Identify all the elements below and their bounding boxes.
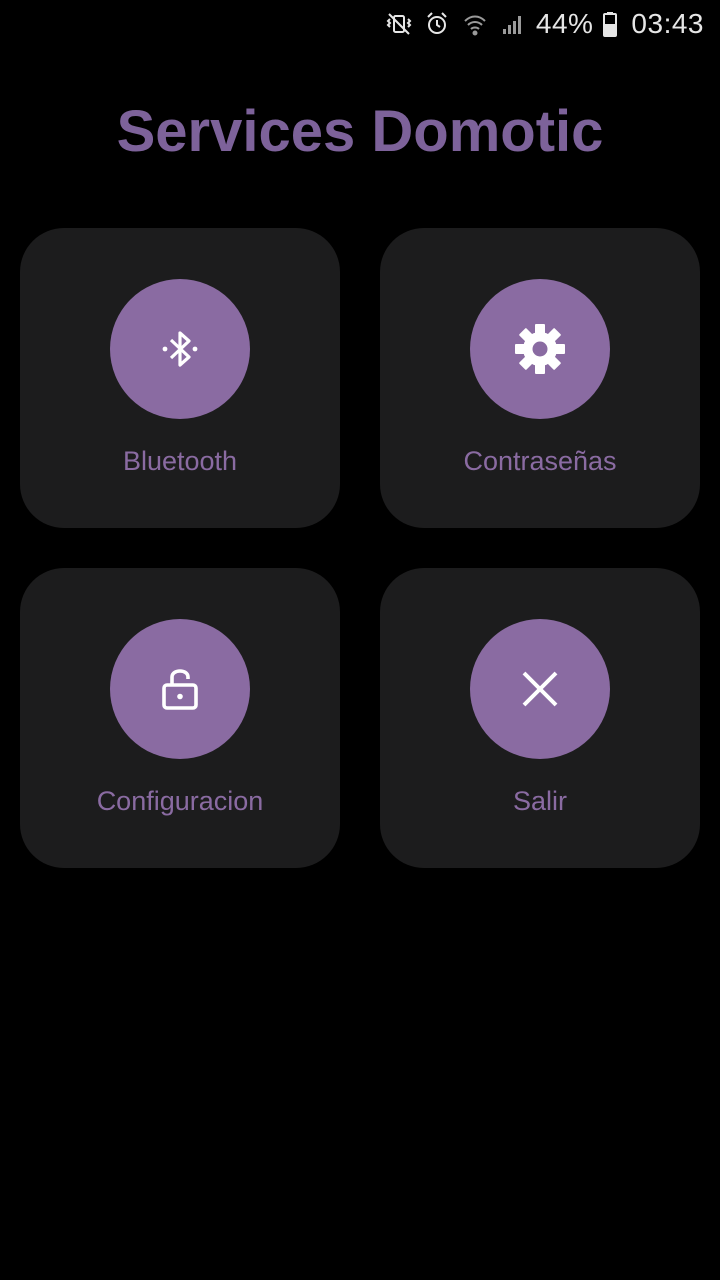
- configuration-card[interactable]: Configuracion: [20, 568, 340, 868]
- mute-vibrate-icon: [384, 9, 414, 39]
- menu-grid: Bluetooth Contraseñas Configuracion Sali…: [20, 228, 700, 868]
- bluetooth-label: Bluetooth: [122, 446, 238, 476]
- status-time: 03:43: [631, 8, 704, 39]
- alarm-icon: [422, 9, 452, 39]
- bluetooth-icon: [162, 331, 198, 367]
- battery-percent: 44%: [535, 8, 594, 39]
- close-icon: [522, 671, 558, 707]
- padlock-icon-circle: [110, 619, 250, 759]
- close-icon-circle: [470, 619, 610, 759]
- unlocked-padlock-icon: [162, 669, 198, 710]
- battery-icon: [601, 9, 619, 39]
- signal-icon: [498, 9, 528, 39]
- configuration-label: Configuracion: [96, 786, 264, 816]
- page-title: Services Domotic: [116, 99, 604, 164]
- wifi-icon: [460, 9, 490, 39]
- passwords-label: Contraseñas: [463, 446, 617, 476]
- bluetooth-card[interactable]: Bluetooth: [20, 228, 340, 528]
- gear-icon-circle: [470, 279, 610, 419]
- exit-card[interactable]: Salir: [380, 568, 700, 868]
- bluetooth-icon-circle: [110, 279, 250, 419]
- status-bar: 44% 03:43: [0, 0, 720, 48]
- passwords-card[interactable]: Contraseñas: [380, 228, 700, 528]
- exit-label: Salir: [512, 786, 567, 816]
- gear-icon: [515, 324, 565, 374]
